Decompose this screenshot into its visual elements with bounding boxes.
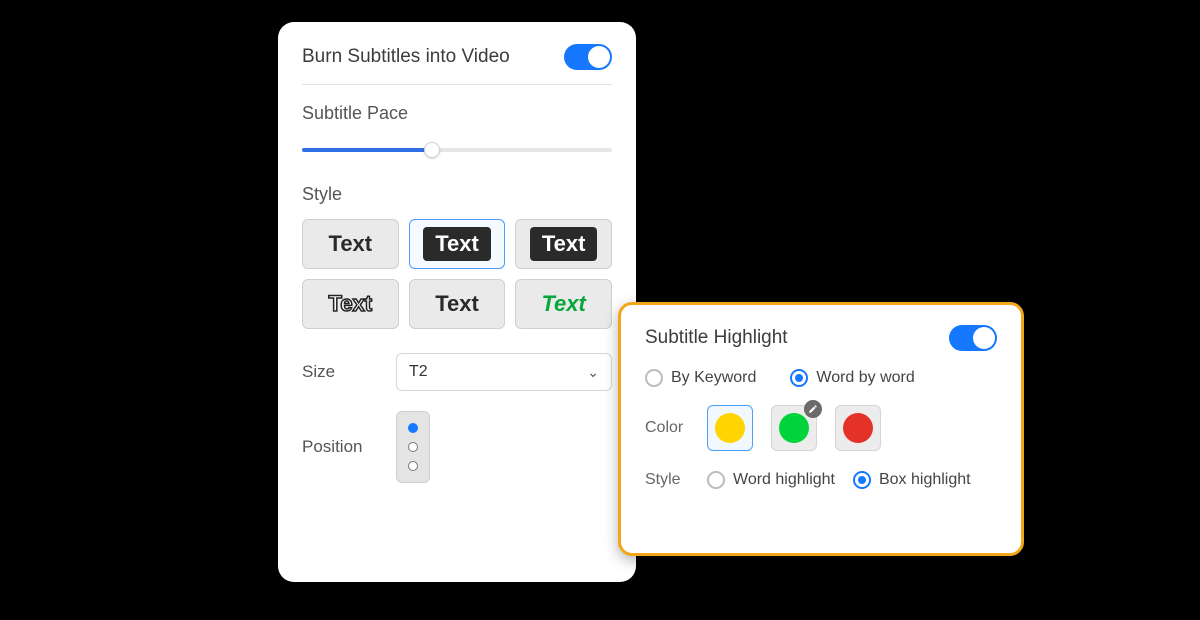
style-grid: Text Text Text Text Text Text: [302, 219, 612, 329]
style-label: Style: [302, 184, 612, 205]
burn-subtitles-label: Burn Subtitles into Video: [302, 46, 510, 68]
color-circle: [779, 413, 809, 443]
mode-by-keyword[interactable]: By Keyword: [645, 369, 756, 387]
size-row: Size T2 ⌄: [302, 353, 612, 391]
chevron-down-icon: ⌄: [587, 364, 599, 381]
style-box-highlight[interactable]: Box highlight: [853, 471, 971, 489]
slider-fill: [302, 148, 432, 152]
position-top[interactable]: [408, 423, 418, 433]
size-label: Size: [302, 362, 374, 382]
size-value: T2: [409, 363, 428, 381]
style-text: Text: [541, 291, 585, 317]
color-circle: [715, 413, 745, 443]
style-option-green[interactable]: Text: [515, 279, 612, 329]
style-option-outline[interactable]: Text: [302, 279, 399, 329]
toggle-knob: [588, 46, 610, 68]
style-text: Text: [329, 291, 373, 317]
style-box-label: Box highlight: [879, 471, 971, 489]
slider-thumb[interactable]: [424, 142, 440, 158]
style-text: Text: [435, 291, 479, 317]
burn-subtitles-toggle[interactable]: [564, 44, 612, 70]
radio-icon: [790, 369, 808, 387]
color-swatch-green[interactable]: [771, 405, 817, 451]
style-option-dark[interactable]: Text: [515, 219, 612, 269]
subtitle-settings-panel: Burn Subtitles into Video Subtitle Pace …: [278, 22, 636, 582]
highlight-title: Subtitle Highlight: [645, 327, 788, 349]
highlight-toggle[interactable]: [949, 325, 997, 351]
position-label: Position: [302, 411, 374, 457]
divider: [302, 84, 612, 85]
radio-icon: [853, 471, 871, 489]
style-text: Text: [423, 227, 491, 261]
highlight-header: Subtitle Highlight: [645, 325, 997, 351]
style-word-highlight[interactable]: Word highlight: [707, 471, 835, 489]
highlight-style-label: Style: [645, 471, 689, 489]
style-option-plain[interactable]: Text: [302, 219, 399, 269]
edit-icon[interactable]: [804, 400, 822, 418]
size-select[interactable]: T2 ⌄: [396, 353, 612, 391]
color-swatch-yellow[interactable]: [707, 405, 753, 451]
style-word-label: Word highlight: [733, 471, 835, 489]
color-swatch-red[interactable]: [835, 405, 881, 451]
color-circle: [843, 413, 873, 443]
highlight-mode-row: By Keyword Word by word: [645, 369, 997, 387]
style-option-bold[interactable]: Text: [409, 279, 506, 329]
position-selector: [396, 411, 430, 483]
highlight-color-row: Color: [645, 405, 997, 451]
toggle-knob: [973, 327, 995, 349]
highlight-style-row: Style Word highlight Box highlight: [645, 471, 997, 489]
subtitle-pace-label: Subtitle Pace: [302, 103, 612, 124]
style-text: Text: [329, 231, 373, 257]
position-middle[interactable]: [408, 442, 418, 452]
color-label: Color: [645, 419, 689, 437]
subtitle-pace-slider[interactable]: [302, 138, 612, 162]
mode-word-by-word[interactable]: Word by word: [790, 369, 914, 387]
subtitle-highlight-popover: Subtitle Highlight By Keyword Word by wo…: [618, 302, 1024, 556]
radio-icon: [645, 369, 663, 387]
burn-subtitles-row: Burn Subtitles into Video: [302, 44, 612, 70]
mode-label: Word by word: [816, 369, 914, 387]
radio-icon: [707, 471, 725, 489]
style-option-dark-boxed[interactable]: Text: [409, 219, 506, 269]
position-row: Position: [302, 411, 612, 483]
mode-label: By Keyword: [671, 369, 756, 387]
style-text: Text: [530, 227, 598, 261]
position-bottom[interactable]: [408, 461, 418, 471]
